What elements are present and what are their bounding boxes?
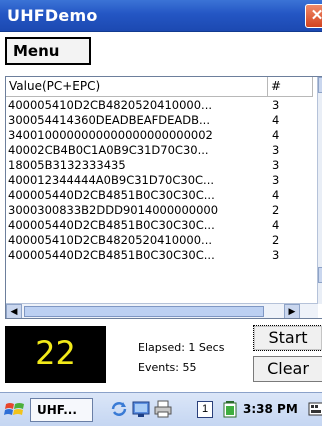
row-count: 3 [272, 173, 280, 187]
list-row[interactable]: 400005440D2CB4851B0C30C30C... 4 [6, 188, 316, 203]
list-row[interactable]: 400005440D2CB4851B0C30C30C... 4 [6, 218, 316, 233]
clock[interactable]: 3:38 PM [243, 402, 298, 416]
row-count: 3 [272, 158, 280, 172]
list-row[interactable]: 400012344444A0B9C31D70C30C... 3 [6, 173, 316, 188]
column-header-value[interactable]: Value(PC+EPC) [6, 77, 268, 97]
list-row[interactable]: 400005410D2CB4820520410000... 2 [6, 233, 316, 248]
scroll-down-arrow-icon[interactable] [318, 267, 322, 283]
scroll-left-arrow-icon[interactable]: ◀ [6, 304, 22, 318]
menu-bar: Menu [0, 32, 322, 70]
list-row[interactable]: 400005410D2CB4820520410000... 3 [6, 98, 316, 113]
row-epc: 3000300833B2DDD9014000000000 [8, 203, 219, 217]
clear-button[interactable]: Clear [253, 356, 322, 382]
row-epc: 400005410D2CB4820520410000... [8, 98, 213, 112]
list-row[interactable]: 300054414360DEADBEAFDEADB... 4 [6, 113, 316, 128]
battery-icon[interactable] [221, 400, 239, 418]
list-row[interactable]: 400005440D2CB4851B0C30C30C... 3 [6, 248, 316, 263]
start-button[interactable]: Start [253, 325, 322, 351]
row-count: 2 [272, 233, 280, 247]
scroll-right-arrow-icon[interactable]: ▶ [284, 304, 300, 318]
row-epc: 400005410D2CB4820520410000... [8, 233, 213, 247]
list-header: Value(PC+EPC) # [6, 77, 322, 97]
row-count: 4 [272, 218, 280, 232]
list-row[interactable]: 3400100000000000000000000002 4 [6, 128, 316, 143]
row-epc: 400005440D2CB4851B0C30C30C... [8, 188, 215, 202]
windows-flag-icon[interactable] [4, 399, 26, 421]
tag-counter-value: 22 [35, 334, 76, 372]
row-epc: 400012344444A0B9C31D70C30C... [8, 173, 215, 187]
menu-button[interactable]: Menu [5, 37, 91, 65]
list-row[interactable]: 3000300833B2DDD9014000000000 2 [6, 203, 316, 218]
row-count: 4 [272, 188, 280, 202]
row-epc: 3400100000000000000000000002 [8, 128, 213, 142]
sync-icon[interactable] [110, 400, 128, 418]
vertical-scrollbar[interactable] [317, 77, 322, 304]
row-count: 4 [272, 128, 280, 142]
row-count: 2 [272, 203, 280, 217]
events-label: Events: 55 [138, 361, 197, 374]
list-row[interactable]: 40002CB4B0C1A0B9C31D70C30... 3 [6, 143, 316, 158]
notification-badge[interactable]: 1 [197, 401, 213, 418]
scroll-up-arrow-icon[interactable] [318, 77, 322, 93]
horizontal-scroll-thumb[interactable] [24, 306, 264, 317]
taskbar: UHF... 1 3:38 PM [0, 392, 322, 426]
row-epc: 40002CB4B0C1A0B9C31D70C30... [8, 143, 209, 157]
elapsed-label: Elapsed: 1 Secs [138, 341, 225, 354]
row-count: 4 [272, 113, 280, 127]
column-header-count[interactable]: # [268, 77, 313, 97]
row-epc: 400005440D2CB4851B0C30C30C... [8, 248, 215, 262]
list-row[interactable]: 18005B3132333435 3 [6, 158, 316, 173]
window-title: UHFDemo [7, 6, 98, 25]
row-count: 3 [272, 143, 280, 157]
tag-counter-display: 22 [5, 326, 106, 383]
taskbar-app-button[interactable]: UHF... [30, 398, 93, 422]
row-count: 3 [272, 98, 280, 112]
row-count: 3 [272, 248, 280, 262]
close-button[interactable]: ✕ [305, 4, 322, 28]
title-bar: UHFDemo ✕ [0, 0, 322, 32]
row-epc: 400005440D2CB4851B0C30C30C... [8, 218, 215, 232]
network-icon[interactable] [132, 400, 150, 418]
epc-list-view[interactable]: Value(PC+EPC) # 400005410D2CB48205204100… [5, 76, 322, 319]
keyboard-icon[interactable] [308, 400, 322, 418]
row-epc: 300054414360DEADBEAFDEADB... [8, 113, 210, 127]
horizontal-scrollbar[interactable]: ◀ ▶ [6, 303, 318, 318]
device-screen: UHFDemo ✕ Menu Value(PC+EPC) # 400005410… [0, 0, 322, 426]
row-epc: 18005B3132333435 [8, 158, 126, 172]
printer-icon[interactable] [154, 400, 172, 418]
